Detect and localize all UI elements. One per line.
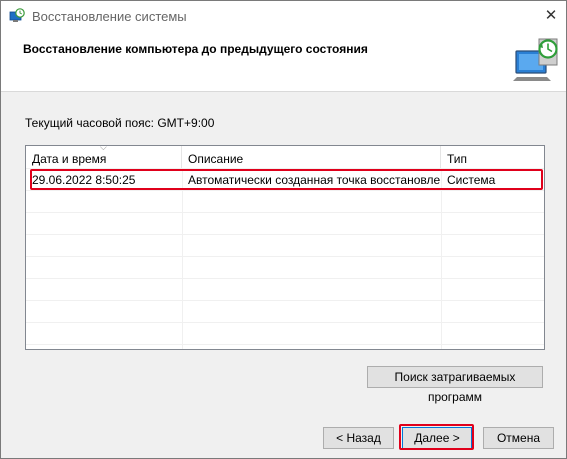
row-divider	[26, 212, 544, 213]
column-header-description-label: Описание	[188, 152, 244, 166]
column-header-date[interactable]: ⌵ Дата и время	[26, 146, 182, 168]
title-bar: Восстановление системы ✕	[1, 1, 566, 31]
column-header-date-label: Дата и время	[32, 152, 107, 166]
row-divider	[26, 256, 544, 257]
scan-affected-programs-button[interactable]: Поиск затрагиваемых программ	[367, 366, 543, 404]
column-header-type[interactable]: Тип	[441, 146, 544, 168]
column-header-description[interactable]: Описание	[182, 146, 441, 168]
back-button[interactable]: < Назад	[323, 427, 394, 449]
row-divider	[26, 234, 544, 235]
timezone-label: Текущий часовой пояс: GMT+9:00	[25, 116, 215, 130]
wizard-header: Восстановление компьютера до предыдущего…	[1, 31, 566, 92]
cancel-button[interactable]: Отмена	[483, 427, 554, 449]
column-divider	[441, 168, 442, 349]
row-divider	[26, 300, 544, 301]
close-icon: ✕	[544, 7, 558, 24]
wizard-heading: Восстановление компьютера до предыдущего…	[23, 42, 368, 56]
close-button[interactable]: ✕	[536, 1, 566, 31]
next-button-highlight	[399, 424, 474, 450]
selected-row-highlight	[30, 169, 543, 190]
column-header-type-label: Тип	[447, 152, 468, 166]
column-divider	[182, 168, 183, 349]
row-divider	[26, 322, 544, 323]
window-title: Восстановление системы	[32, 9, 187, 24]
footer-divider	[1, 405, 566, 406]
system-restore-icon	[9, 8, 25, 22]
row-divider	[26, 344, 544, 345]
row-divider	[26, 278, 544, 279]
sort-chevron-icon: ⌵	[100, 145, 107, 152]
system-restore-monitor-icon	[513, 38, 558, 81]
system-restore-window: Восстановление системы ✕ Восстановление …	[0, 0, 567, 459]
